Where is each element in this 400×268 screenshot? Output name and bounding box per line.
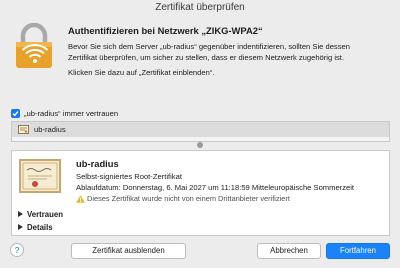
trust-disclosure-label: Vertrauen (27, 210, 63, 219)
certificate-chain-list: ub-radius (11, 121, 390, 142)
help-button[interactable]: ? (10, 243, 24, 257)
warning-icon (76, 195, 85, 203)
details-disclosure-label: Details (27, 223, 53, 232)
trust-disclosure[interactable]: Vertrauen (18, 209, 63, 220)
disclosure-triangle-icon (18, 211, 23, 217)
hide-certificate-button[interactable]: Zertifikat ausblenden (71, 243, 186, 259)
split-view-handle[interactable] (197, 142, 203, 148)
certificate-type: Selbst-signiertes Root-Zertifikat (76, 172, 182, 181)
certificate-icon (18, 125, 29, 134)
certificate-name: ub-radius (76, 158, 119, 169)
disclosure-triangle-icon (18, 224, 23, 230)
certificate-detail-panel: ub-radius Selbst-signiertes Root-Zertifi… (11, 150, 390, 236)
continue-button[interactable]: Fortfahren (326, 243, 390, 259)
trust-checkbox[interactable] (11, 109, 20, 118)
window-title: Zertifikat überprüfen (0, 0, 400, 16)
details-disclosure[interactable]: Details (18, 222, 53, 233)
certificate-expiry: Ablaufdatum: Donnerstag, 6. Mai 2027 um … (76, 183, 355, 192)
chain-item[interactable]: ub-radius (12, 122, 389, 137)
dialog-instruction: Klicken Sie dazu auf „Zertifikat einblen… (68, 68, 215, 77)
dialog-description: Bevor Sie sich dem Server „ub-radius“ ge… (68, 41, 393, 63)
dialog-heading: Authentifizieren bei Netzwerk „ZIKG-WPA2… (68, 25, 263, 36)
certificate-warning: Dieses Zertifikat wurde nicht von einem … (87, 194, 290, 203)
chain-item-label: ub-radius (34, 125, 66, 134)
description-line: Zertifikat überprüfen, um sicher zu stel… (68, 53, 345, 62)
lock-wifi-icon (14, 22, 54, 69)
description-line: Bevor Sie sich dem Server „ub-radius“ ge… (68, 42, 350, 51)
checkmark-icon (12, 110, 19, 117)
trust-checkbox-label: „ub-radius“ immer vertrauen (24, 109, 119, 118)
certificate-large-icon (19, 159, 61, 193)
cancel-button[interactable]: Abbrechen (257, 243, 321, 259)
